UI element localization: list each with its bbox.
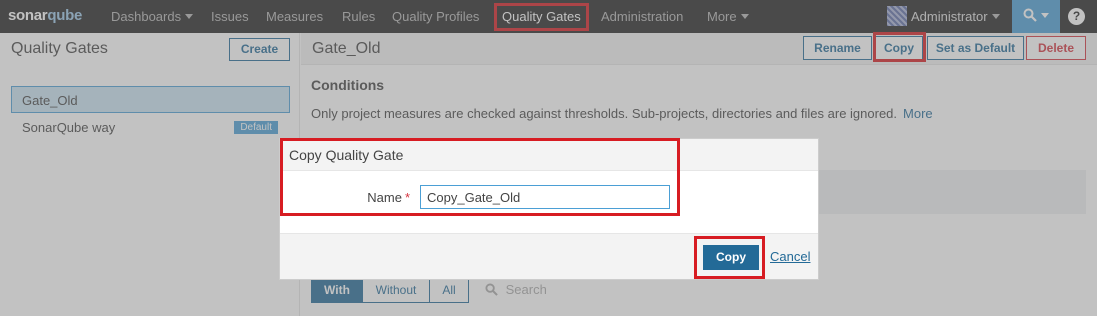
cancel-link[interactable]: Cancel <box>770 249 810 264</box>
highlight-box-copy-confirm <box>694 236 765 279</box>
highlight-box-dialog-form <box>280 138 680 216</box>
